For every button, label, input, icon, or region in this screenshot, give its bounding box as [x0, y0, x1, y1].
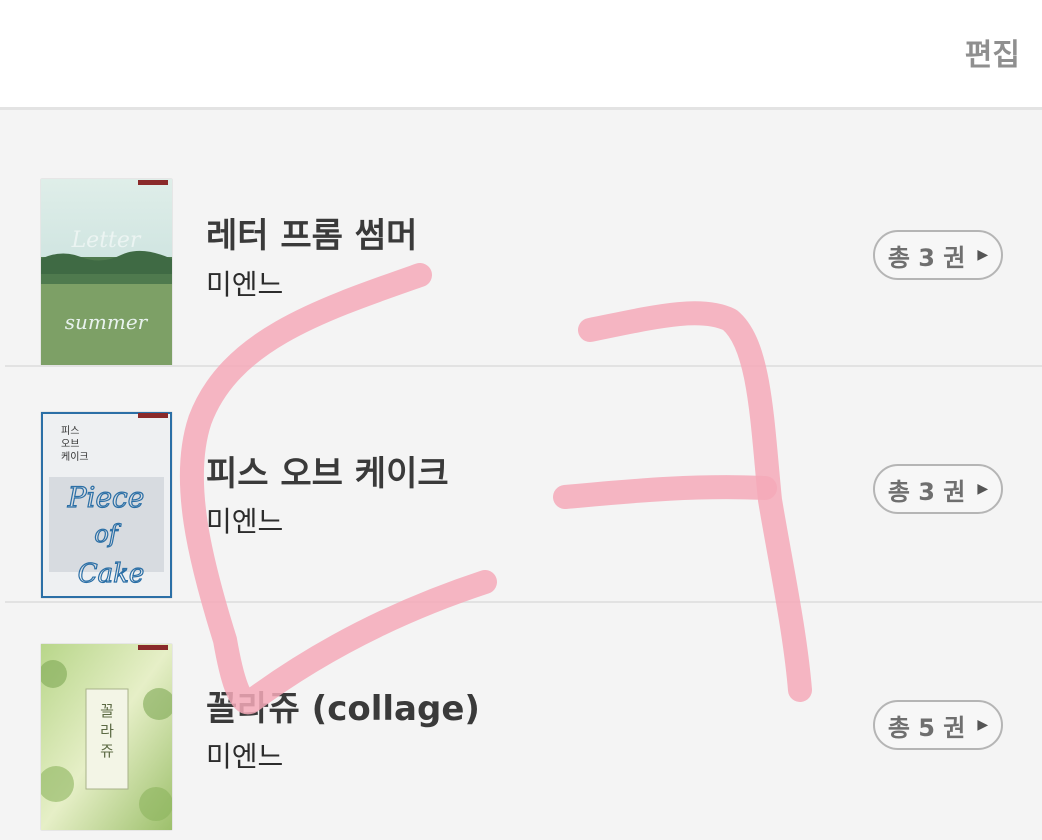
svg-text:Piece: Piece	[67, 481, 145, 514]
svg-text:케이크: 케이크	[61, 451, 89, 463]
svg-text:Letter: Letter	[71, 228, 142, 253]
svg-text:라: 라	[100, 722, 114, 740]
book-author: 미엔느	[206, 268, 284, 301]
list-item[interactable]: 꼴 라 쥬 꼴라쥬 (collage) 미엔느 총 5 권 ▶	[0, 603, 1042, 840]
svg-text:of: of	[94, 520, 121, 548]
svg-text:쥬: 쥬	[100, 742, 114, 760]
volume-count-button[interactable]: 총 3 권 ▶	[873, 464, 1003, 514]
book-author: 미엔느	[206, 505, 284, 538]
svg-text:꼴: 꼴	[100, 702, 114, 720]
book-cover-image: 피스 오브 케이크 Piece of Cake	[41, 412, 172, 598]
volume-count-label: 총 5 권	[887, 713, 966, 742]
volume-count-label: 총 3 권	[887, 243, 966, 272]
volume-count-button[interactable]: 총 3 권 ▶	[873, 230, 1003, 280]
volume-count-button[interactable]: 총 5 권 ▶	[873, 700, 1003, 750]
volume-count-label: 총 3 권	[887, 477, 966, 506]
svg-text:summer: summer	[65, 310, 149, 334]
svg-text:Cake: Cake	[78, 559, 145, 589]
triangle-right-icon: ▶	[977, 247, 989, 263]
book-cover-image: 꼴 라 쥬	[41, 644, 172, 830]
book-author: 미엔느	[206, 740, 284, 773]
top-bar: 편집	[0, 0, 1042, 110]
list-item[interactable]: summer Letter 레터 프롬 썸머 미엔느 총 3 권 ▶	[0, 110, 1042, 367]
book-title: 레터 프롬 썸머	[206, 216, 418, 256]
svg-text:오브: 오브	[61, 438, 79, 450]
book-title: 꼴라쥬 (collage)	[206, 689, 480, 729]
svg-text:피스: 피스	[61, 425, 79, 437]
book-title: 피스 오브 케이크	[206, 454, 449, 494]
edit-button[interactable]: 편집	[965, 30, 1020, 74]
triangle-right-icon: ▶	[977, 717, 989, 733]
triangle-right-icon: ▶	[977, 481, 989, 497]
list-item[interactable]: 피스 오브 케이크 Piece of Cake 피스 오브 케이크 미엔느 총 …	[0, 367, 1042, 603]
book-cover-image: summer Letter	[41, 179, 172, 365]
